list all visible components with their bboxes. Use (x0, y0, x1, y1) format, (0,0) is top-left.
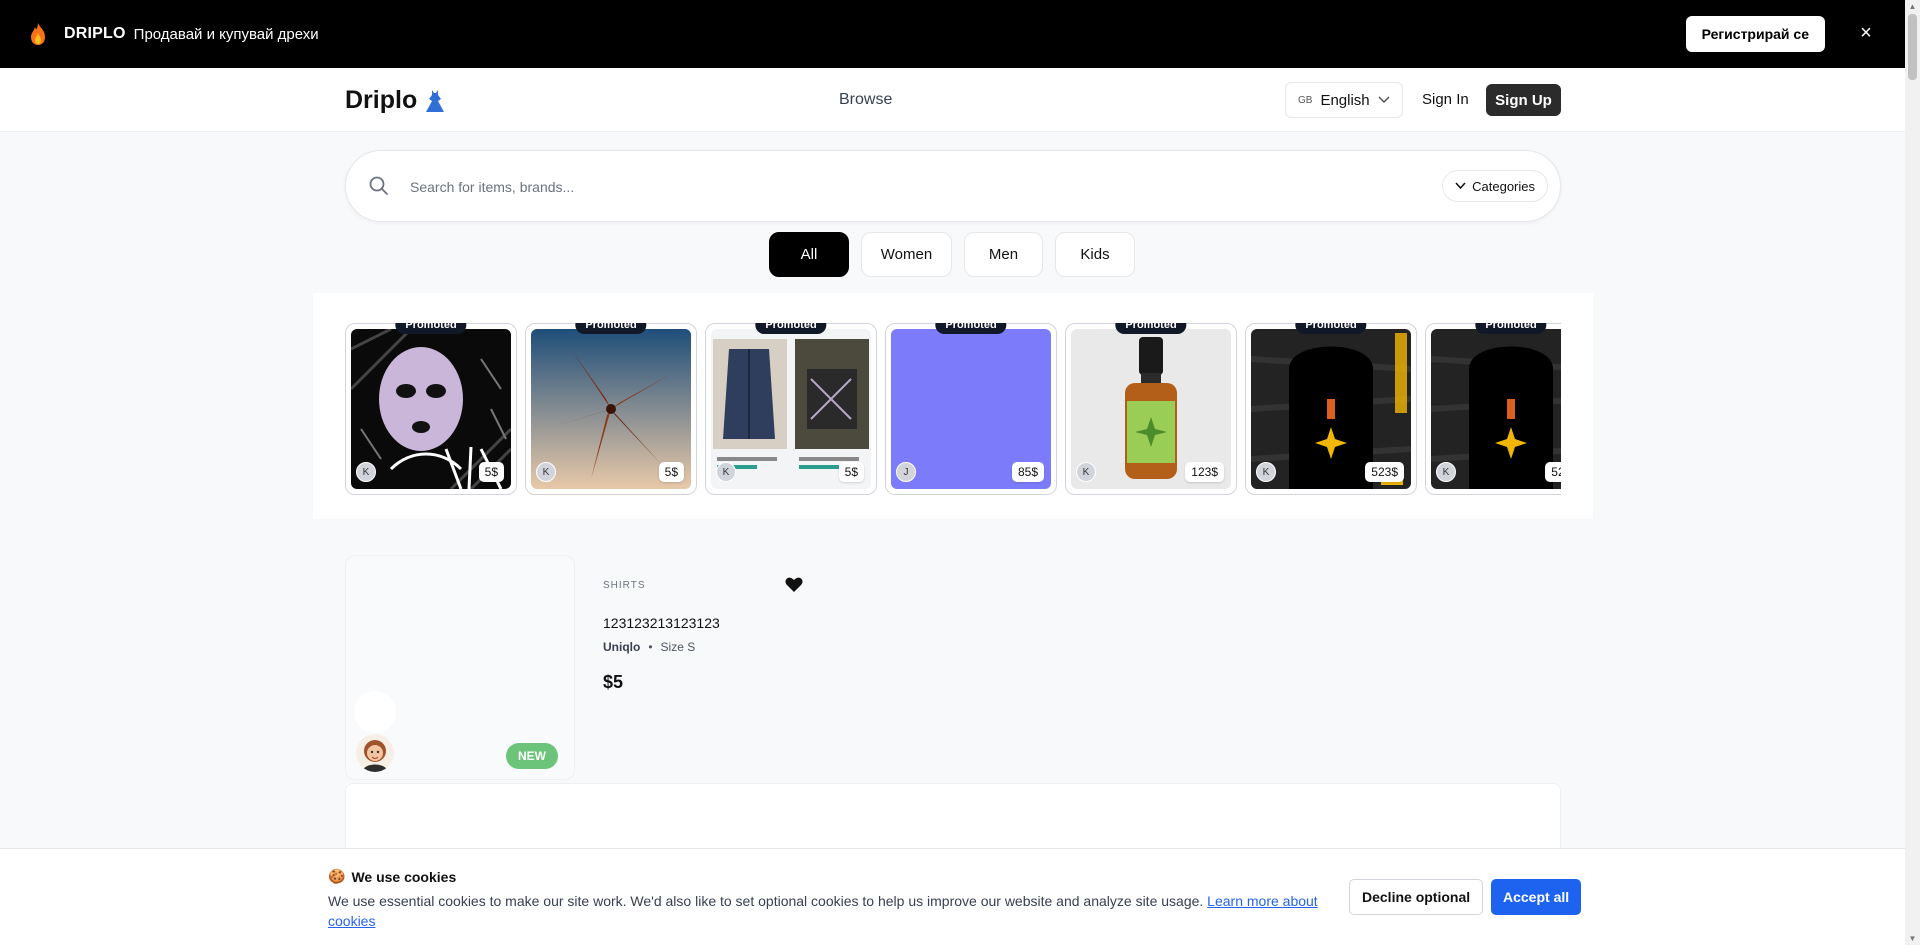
search-bar: Categories (345, 150, 1561, 222)
scroll-up-icon[interactable]: ▲ (1908, 2, 1917, 11)
signup-button[interactable]: Sign Up (1486, 84, 1561, 116)
cookie-description: We use essential cookies to make our sit… (328, 893, 1208, 909)
promoted-badge: Promoted (935, 323, 1007, 334)
item-brand: Uniqlo (603, 640, 641, 654)
listing-image-card[interactable]: NEW (345, 555, 575, 780)
avatar (356, 734, 394, 772)
register-button[interactable]: Регистрирай се (1685, 16, 1825, 52)
price-tag: 523$ (1365, 462, 1404, 482)
promoted-card[interactable]: Promoted J 85$ (885, 323, 1057, 495)
language-label: English (1320, 91, 1370, 109)
cookie-banner: 🍪 We use cookies We use essential cookie… (0, 848, 1905, 945)
logo-text: Driplo (345, 86, 418, 114)
scrollbar[interactable]: ▲ ▼ (1905, 0, 1920, 945)
seller-avatar: K (1436, 462, 1456, 482)
dress-icon (426, 89, 445, 112)
promoted-card[interactable]: Promoted K 523$ (1425, 323, 1561, 495)
search-icon (369, 176, 388, 195)
price-tag: 5$ (478, 462, 504, 482)
seller-avatar: K (536, 462, 556, 482)
accept-all-button[interactable]: Accept all (1491, 879, 1582, 915)
meta-separator: • (648, 640, 653, 654)
scrollbar-thumb[interactable] (1908, 14, 1917, 80)
item-size: Size S (660, 640, 696, 654)
decline-optional-button[interactable]: Decline optional (1349, 879, 1484, 915)
seller-avatar: K (716, 462, 736, 482)
promoted-card[interactable]: Promoted K 123$ (1065, 323, 1237, 495)
item-price: $5 (603, 672, 624, 692)
site-logo[interactable]: Driplo (345, 86, 445, 115)
banner-tagline: Продавай и купувай дрехи (133, 25, 319, 43)
promoted-card[interactable]: Promoted K 5$ (345, 323, 517, 495)
price-tag: 5$ (838, 462, 864, 482)
seller-avatar: K (356, 462, 376, 482)
heart-icon[interactable] (785, 577, 803, 593)
seller-avatar: J (896, 462, 916, 482)
item-meta: Uniqlo • Size S (603, 640, 695, 654)
banner-brand: DRIPLO (64, 25, 126, 42)
item-title[interactable]: 123123213123123 (603, 615, 720, 631)
item-category: SHIRTS (603, 580, 646, 591)
signin-link[interactable]: Sign In (1422, 91, 1469, 108)
chevron-down-icon (1455, 182, 1466, 190)
browse-link[interactable]: Browse (839, 91, 892, 109)
price-tag: 123$ (1185, 462, 1224, 482)
filter-men[interactable]: Men (964, 232, 1043, 277)
promoted-carousel: Promoted K 5$ Promoted K 5$ Promoted K 5… (313, 293, 1593, 519)
cookie-title: 🍪 We use cookies (328, 868, 456, 885)
language-selector[interactable]: GB English (1285, 82, 1403, 118)
promoted-badge: Promoted (1475, 323, 1547, 334)
promoted-card[interactable]: Promoted K 5$ (525, 323, 697, 495)
price-tag: 523$ (1545, 462, 1561, 482)
filter-all[interactable]: All (769, 232, 849, 277)
promoted-badge: Promoted (1115, 323, 1187, 334)
chevron-down-icon (1378, 96, 1390, 104)
filter-kids[interactable]: Kids (1055, 232, 1135, 277)
site-header: Driplo Browse GB English Sign In Sign Up (0, 68, 1905, 132)
promo-banner: DRIPLO Продавай и купувай дрехи Регистри… (0, 0, 1905, 68)
seller-avatar: K (1076, 462, 1096, 482)
categories-button[interactable]: Categories (1442, 170, 1548, 202)
scroll-down-icon[interactable]: ▼ (1908, 934, 1917, 943)
close-icon[interactable]: × (1855, 22, 1877, 44)
promoted-card[interactable]: Promoted K 523$ (1245, 323, 1417, 495)
cookie-icon: 🍪 (328, 868, 346, 884)
cookie-text: We use essential cookies to make our sit… (328, 891, 1328, 931)
cookie-title-text: We use cookies (351, 868, 457, 885)
promoted-badge: Promoted (395, 323, 467, 334)
flag-icon: GB (1298, 94, 1313, 106)
flame-icon (31, 23, 45, 45)
filter-women[interactable]: Women (861, 232, 952, 277)
wishlist-placeholder (354, 691, 396, 733)
promoted-badge: Promoted (575, 323, 647, 334)
search-input[interactable] (410, 171, 1460, 203)
price-tag: 5$ (658, 462, 684, 482)
promoted-badge: Promoted (755, 323, 827, 334)
promoted-card[interactable]: Promoted K 5$ (705, 323, 877, 495)
gender-filters: All Women Men Kids (769, 232, 1135, 277)
promoted-badge: Promoted (1295, 323, 1367, 334)
seller-avatar: K (1256, 462, 1276, 482)
new-badge: NEW (506, 743, 558, 769)
price-tag: 85$ (1011, 462, 1044, 482)
categories-label: Categories (1472, 178, 1535, 194)
